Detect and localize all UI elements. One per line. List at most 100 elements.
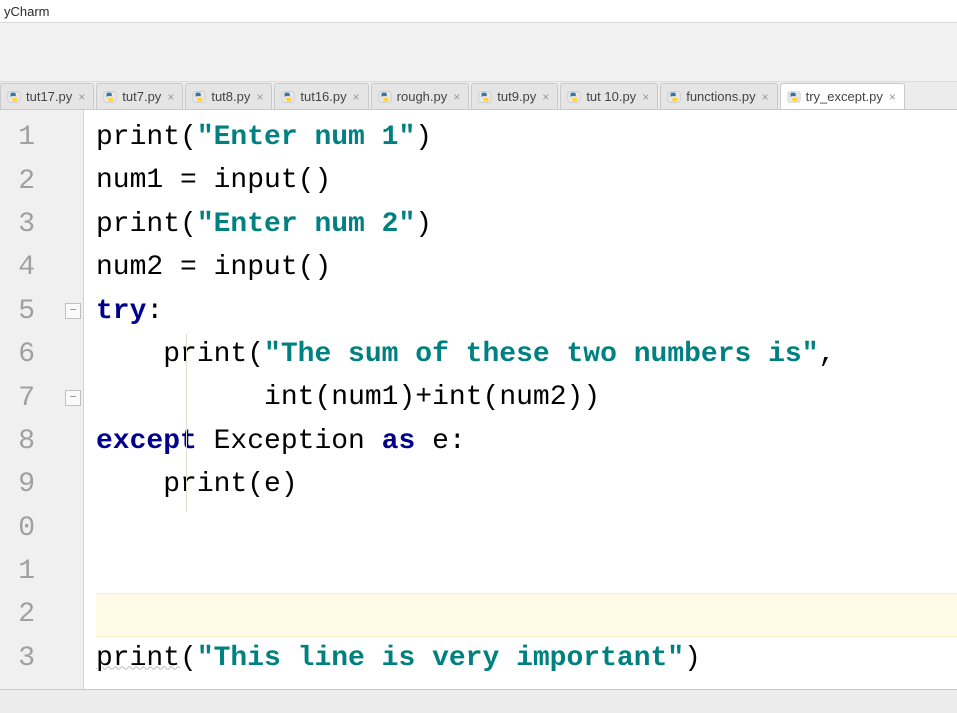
code-line[interactable] xyxy=(96,507,957,550)
token-func: int xyxy=(264,382,314,413)
line-number: 0 xyxy=(0,507,83,550)
token-punc: ( xyxy=(180,643,197,674)
tab-label: tut16.py xyxy=(300,89,346,104)
code-line[interactable]: num2 = input() xyxy=(96,246,957,289)
titlebar: yCharm xyxy=(0,0,957,22)
tab-tut17-py[interactable]: tut17.py × xyxy=(0,83,94,109)
token-punc: : xyxy=(449,426,466,457)
token-func: input xyxy=(214,165,298,196)
token-str: "Enter num 1" xyxy=(197,122,415,153)
tab-tut7-py[interactable]: tut7.py × xyxy=(96,83,183,109)
line-number: 5− xyxy=(0,290,83,333)
fold-handle-icon[interactable]: − xyxy=(65,303,81,319)
tab-tut-10-py[interactable]: tut 10.py× xyxy=(560,83,658,109)
code-line[interactable]: print("The sum of these two numbers is", xyxy=(96,333,957,376)
close-icon[interactable]: × xyxy=(453,90,460,104)
token-punc: )+ xyxy=(398,382,432,413)
token-punc: : xyxy=(146,296,163,327)
statusbar xyxy=(0,689,957,713)
tab-try-except-py[interactable]: try_except.py × xyxy=(780,83,905,109)
token-func_wavy: print xyxy=(96,643,180,674)
token-punc: ( xyxy=(483,382,500,413)
token-kw: as xyxy=(382,426,416,457)
token-func: input xyxy=(214,252,298,283)
line-number: 2 xyxy=(0,159,83,202)
token-punc: ( xyxy=(314,382,331,413)
code-line[interactable]: try: xyxy=(96,290,957,333)
token-func: print xyxy=(96,122,180,153)
token-kw: except xyxy=(96,426,197,457)
python-file-icon xyxy=(7,90,21,104)
token-str: "The sum of these two numbers is" xyxy=(264,339,819,370)
code-line[interactable] xyxy=(96,593,957,636)
token-punc: ) xyxy=(415,122,432,153)
fold-handle-icon[interactable]: − xyxy=(65,390,81,406)
python-file-icon xyxy=(103,90,117,104)
editor-tabs: tut17.py×tut7.py×tut8.py×tut16.py×rough.… xyxy=(0,82,957,110)
token-func: print xyxy=(163,469,247,500)
gutter: 12345−67−890123 xyxy=(0,110,84,689)
token-ident: num2 xyxy=(499,382,566,413)
close-icon[interactable]: × xyxy=(542,90,549,104)
line-number: 3 xyxy=(0,637,83,680)
line-number: 6 xyxy=(0,333,83,376)
close-icon[interactable]: × xyxy=(889,90,896,104)
token-punc: ( xyxy=(180,122,197,153)
code-line[interactable]: print(e) xyxy=(96,463,957,506)
close-icon[interactable]: × xyxy=(642,90,649,104)
token-punc: ) xyxy=(281,469,298,500)
python-file-icon xyxy=(378,90,392,104)
close-icon[interactable]: × xyxy=(256,90,263,104)
tab-label: tut7.py xyxy=(122,89,161,104)
token-punc: ) xyxy=(415,209,432,240)
token-func: print xyxy=(163,339,247,370)
token-kw: try xyxy=(96,296,146,327)
tab-tut8-py[interactable]: tut8.py × xyxy=(185,83,272,109)
code-line[interactable]: int(num1)+int(num2)) xyxy=(96,376,957,419)
tab-label: tut8.py xyxy=(211,89,250,104)
code-line[interactable]: print("This line is very important") xyxy=(96,637,957,680)
tab-label: try_except.py xyxy=(806,89,883,104)
tab-functions-py[interactable]: functions.py × xyxy=(660,83,777,109)
token-func: print xyxy=(96,209,180,240)
python-file-icon xyxy=(567,90,581,104)
code-line[interactable]: num1 = input() xyxy=(96,159,957,202)
token-ident: num1 xyxy=(96,165,180,196)
line-number: 7− xyxy=(0,376,83,419)
close-icon[interactable]: × xyxy=(353,90,360,104)
token-ident: e xyxy=(415,426,449,457)
token-punc: ( xyxy=(180,209,197,240)
code-line[interactable] xyxy=(96,550,957,593)
line-number: 1 xyxy=(0,550,83,593)
token-punc: = xyxy=(180,252,214,283)
token-punc: ( xyxy=(247,469,264,500)
python-file-icon xyxy=(478,90,492,104)
app-title: yCharm xyxy=(4,4,50,19)
tab-label: functions.py xyxy=(686,89,755,104)
line-number: 1 xyxy=(0,116,83,159)
close-icon[interactable]: × xyxy=(762,90,769,104)
code-line[interactable]: print("Enter num 1") xyxy=(96,116,957,159)
line-number: 4 xyxy=(0,246,83,289)
code-line[interactable]: except Exception as e: xyxy=(96,420,957,463)
token-ident: e xyxy=(264,469,281,500)
toolbar-area xyxy=(0,22,957,82)
tab-rough-py[interactable]: rough.py× xyxy=(371,83,470,109)
line-number: 2 xyxy=(0,593,83,636)
token-ident: Exception xyxy=(197,426,382,457)
close-icon[interactable]: × xyxy=(167,90,174,104)
tab-tut9-py[interactable]: tut9.py× xyxy=(471,83,558,109)
token-ident xyxy=(96,469,163,500)
token-punc: () xyxy=(298,165,332,196)
token-punc: () xyxy=(298,252,332,283)
code-line[interactable]: print("Enter num 2") xyxy=(96,203,957,246)
token-ident: num2 xyxy=(96,252,180,283)
editor: 12345−67−890123 print("Enter num 1")num1… xyxy=(0,110,957,689)
python-file-icon xyxy=(787,90,801,104)
line-number: 9 xyxy=(0,463,83,506)
tab-label: tut17.py xyxy=(26,89,72,104)
code-area[interactable]: print("Enter num 1")num1 = input()print(… xyxy=(84,110,957,689)
token-ident xyxy=(96,382,264,413)
close-icon[interactable]: × xyxy=(78,90,85,104)
tab-tut16-py[interactable]: tut16.py × xyxy=(274,83,368,109)
